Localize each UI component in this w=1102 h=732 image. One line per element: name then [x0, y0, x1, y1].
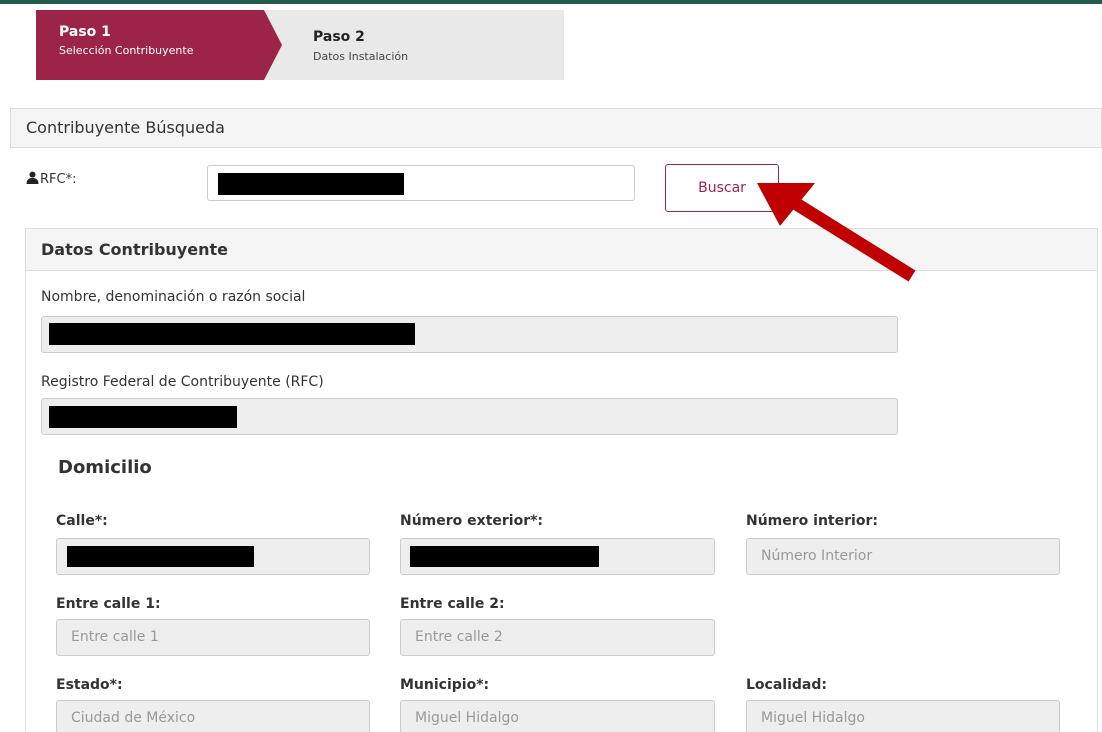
taxpayer-panel-header: Datos Contribuyente	[26, 229, 1097, 271]
calle-field[interactable]	[56, 538, 370, 575]
rfc-search-input[interactable]	[207, 165, 635, 201]
estado-label: Estado*:	[56, 677, 123, 693]
entre-calle-1-label: Entre calle 1:	[56, 596, 161, 612]
numero-exterior-field[interactable]	[400, 538, 715, 575]
top-accent-line	[0, 0, 1102, 4]
step-1-title: Paso 1	[59, 24, 111, 40]
step-1-active[interactable]: Paso 1 Selección Contribuyente	[36, 10, 282, 80]
numero-exterior-label: Número exterior*:	[400, 513, 544, 529]
rfc-data-field[interactable]	[41, 398, 898, 435]
entre-calle-2-field[interactable]: Entre calle 2	[400, 619, 715, 656]
numero-interior-label: Número interior:	[746, 513, 878, 529]
taxpayer-panel-title: Datos Contribuyente	[41, 240, 228, 259]
localidad-label: Localidad:	[746, 677, 827, 693]
address-section-title: Domicilio	[58, 457, 152, 478]
name-label: Nombre, denominación o razón social	[41, 289, 306, 305]
step-2-title: Paso 2	[313, 29, 365, 45]
search-panel-title: Contribuyente Búsqueda	[26, 118, 225, 137]
redacted-value	[49, 323, 415, 345]
municipio-label: Municipio*:	[400, 677, 490, 693]
step-2-subtitle: Datos Instalación	[313, 50, 409, 63]
localidad-field[interactable]: Miguel Hidalgo	[746, 700, 1060, 732]
step-1-subtitle: Selección Contribuyente	[59, 44, 194, 57]
search-panel-header: Contribuyente Búsqueda	[10, 108, 1102, 148]
rfc-data-label: Registro Federal de Contribuyente (RFC)	[41, 374, 324, 390]
estado-field[interactable]: Ciudad de México	[56, 700, 370, 732]
user-icon	[26, 171, 39, 184]
rfc-label-text: RFC*:	[40, 172, 77, 187]
redacted-value	[410, 546, 599, 567]
entre-calle-1-field[interactable]: Entre calle 1	[56, 619, 370, 656]
redacted-value	[67, 546, 254, 567]
numero-interior-field[interactable]: Número Interior	[746, 538, 1060, 575]
municipio-field[interactable]: Miguel Hidalgo	[400, 700, 715, 732]
entre-calle-2-label: Entre calle 2:	[400, 596, 505, 612]
redacted-value	[218, 173, 404, 195]
rfc-label: RFC*:	[26, 171, 76, 187]
calle-label: Calle*:	[56, 513, 108, 529]
redacted-value	[49, 406, 237, 428]
name-field[interactable]	[41, 316, 898, 353]
search-button[interactable]: Buscar	[665, 164, 779, 212]
wizard-stepper: Paso 1 Selección Contribuyente Paso 2 Da…	[36, 10, 564, 80]
